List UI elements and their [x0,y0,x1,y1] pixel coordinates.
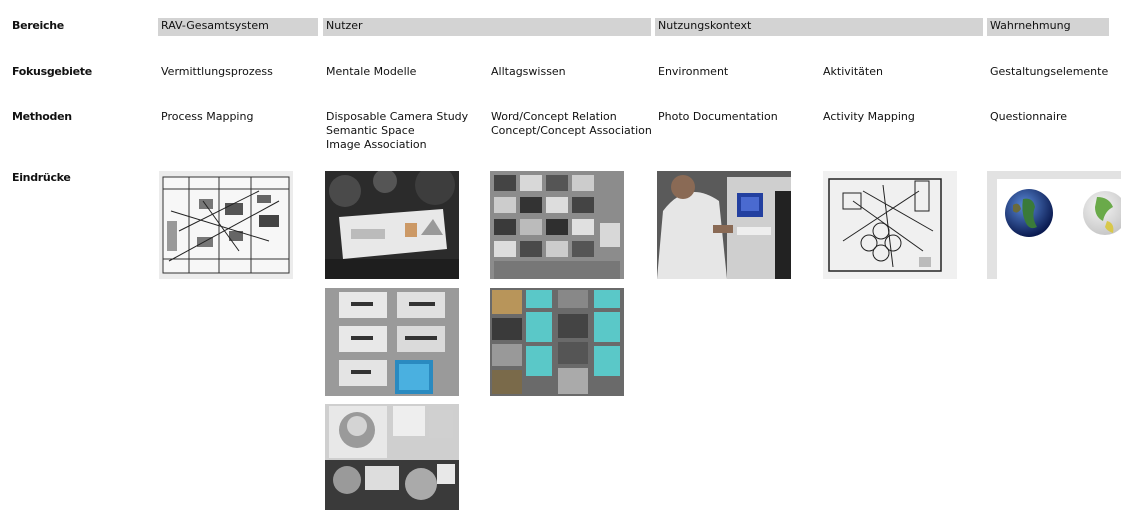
method-semantic-space: Semantic Space [326,124,415,137]
method-word-concept-relation: Word/Concept Relation [491,110,617,123]
thumb-photo-documentation[interactable] [657,171,791,279]
thumb-semantic-space[interactable] [325,288,459,396]
semantic-space-photo [325,288,459,396]
thumb-gestaltungselemente[interactable] [987,171,1121,279]
thumb-concept-association[interactable] [490,288,624,396]
method-concept-concept-association: Concept/Concept Association [491,124,652,137]
thumb-image-association[interactable] [325,404,459,510]
thumb-process-mapping[interactable] [159,171,293,279]
terminal-photo [657,171,791,279]
focus-environment: Environment [658,65,729,78]
focus-aktivitaeten: Aktivitäten [823,65,883,78]
area-label-wahrnehmung: Wahrnehmung [990,19,1071,32]
method-image-association: Image Association [326,138,427,151]
method-photo-documentation: Photo Documentation [658,110,778,123]
image-association-photo [325,404,459,510]
area-label-rav: RAV-Gesamtsystem [161,19,269,32]
area-bar-nutzer [323,18,651,36]
thumb-activity-mapping[interactable] [823,171,957,279]
method-questionnaire: Questionnaire [990,110,1068,123]
focus-mentale-modelle: Mentale Modelle [326,65,417,78]
thumb-word-concept[interactable] [490,171,624,279]
row-label-eindruecke: Eindrücke [12,171,71,184]
method-process-mapping: Process Mapping [161,110,254,123]
method-disposable-camera-study: Disposable Camera Study [326,110,469,123]
process-diagram-image [159,171,293,279]
area-label-nutzungskontext: Nutzungskontext [658,19,752,32]
method-activity-mapping: Activity Mapping [823,110,915,123]
row-label-fokusgebiete: Fokusgebiete [12,65,92,78]
concept-association-photo [490,288,624,396]
word-concept-photo [490,171,624,279]
row-label-methoden: Methoden [12,110,72,123]
thumb-camera-study[interactable] [325,171,459,279]
focus-alltagswissen: Alltagswissen [491,65,566,78]
globe-elements-image [987,171,1121,279]
row-label-bereiche: Bereiche [12,19,64,32]
focus-vermittlungsprozess: Vermittlungsprozess [161,65,273,78]
activity-map-sketch [823,171,957,279]
focus-gestaltungselemente: Gestaltungselemente [990,65,1109,78]
camera-study-photo [325,171,459,279]
area-label-nutzer: Nutzer [326,19,363,32]
